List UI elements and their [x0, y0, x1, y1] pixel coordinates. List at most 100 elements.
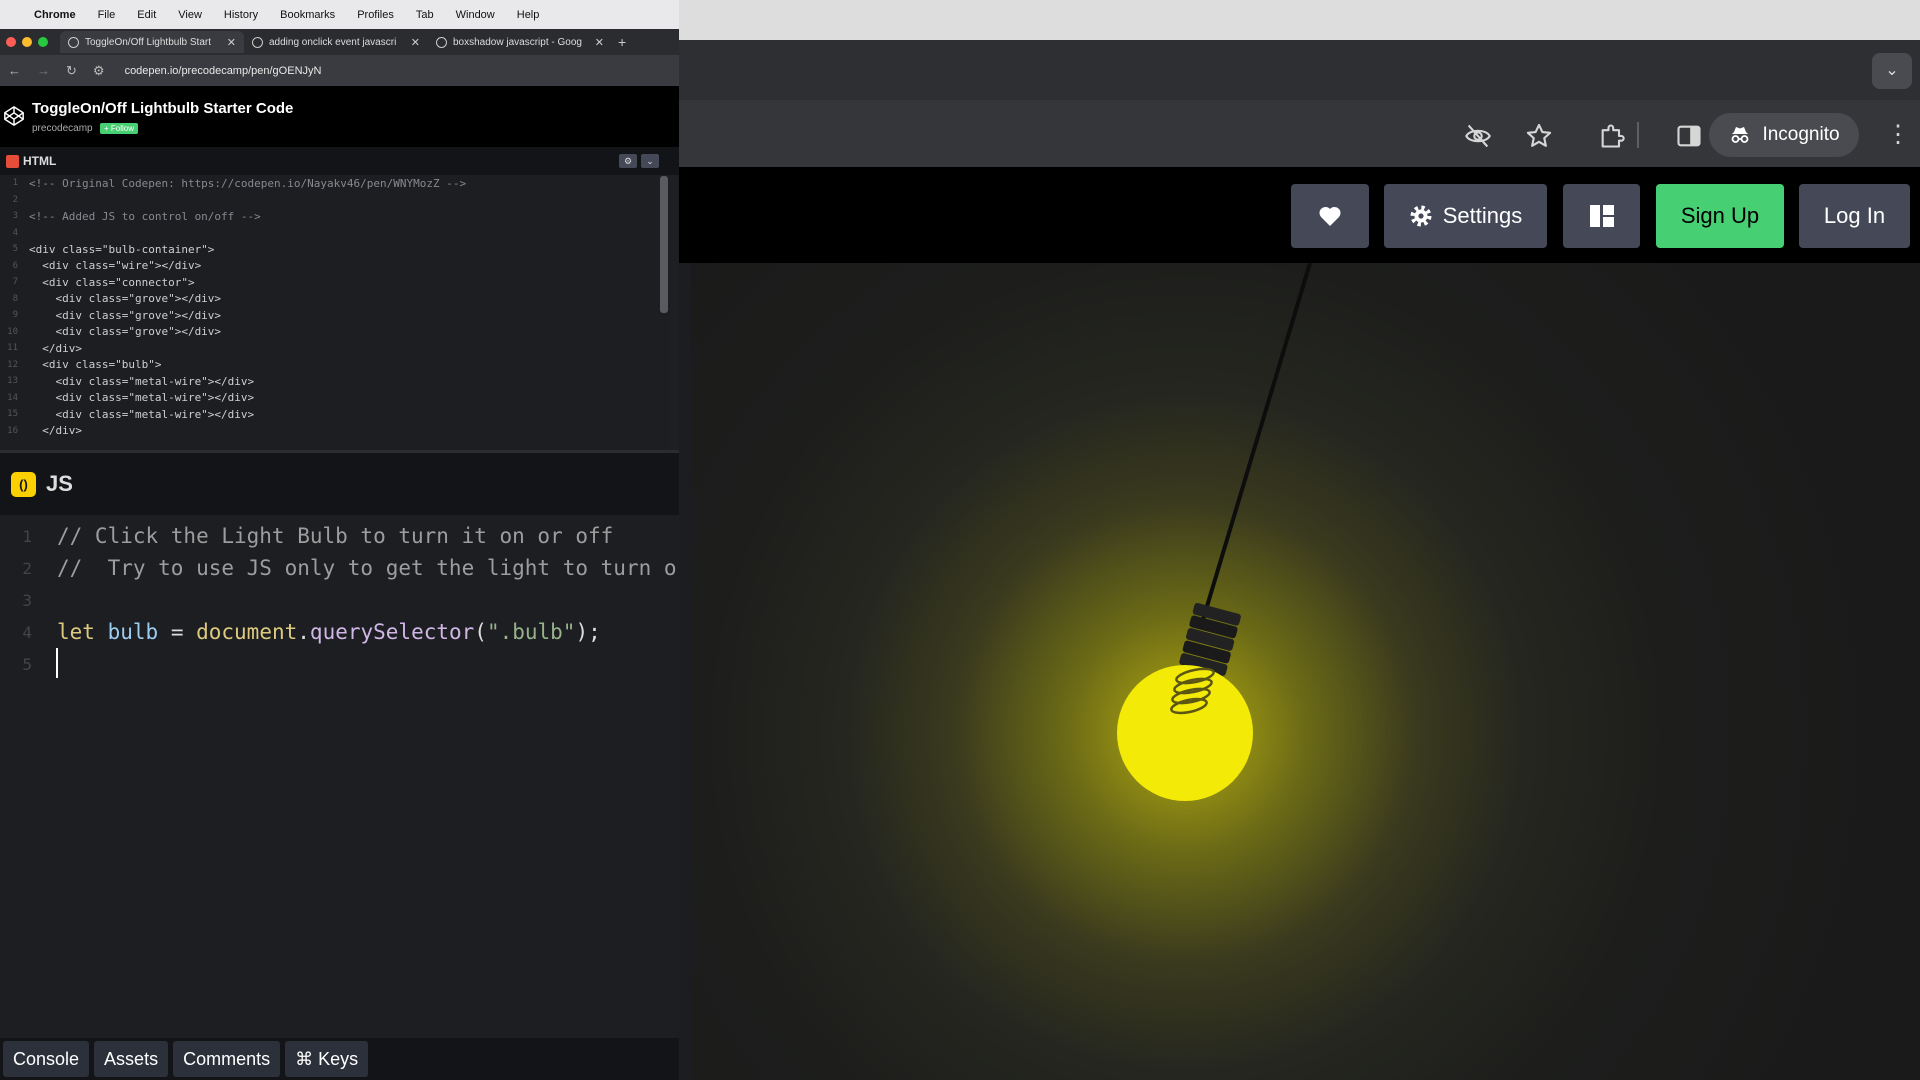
- url-input[interactable]: codepen.io/precodecamp/pen/gOENJyN: [125, 65, 322, 77]
- menu-bookmarks[interactable]: Bookmarks: [280, 9, 335, 21]
- assets-button[interactable]: Assets: [94, 1041, 169, 1077]
- js-code-editor[interactable]: 1// Click the Light Bulb to turn it on o…: [0, 520, 679, 680]
- console-button[interactable]: Console: [3, 1041, 90, 1077]
- menu-profiles[interactable]: Profiles: [357, 9, 394, 21]
- code-line: 15 <div class="metal-wire"></div>: [0, 406, 670, 423]
- code-line: 16 </div>: [0, 423, 670, 440]
- settings-button[interactable]: Settings: [1384, 184, 1547, 248]
- editor-collapse-icon[interactable]: ⌄: [641, 154, 659, 168]
- code-text: <div class="grove"></div>: [29, 308, 222, 322]
- reload-icon[interactable]: ↻: [66, 63, 77, 79]
- menubar-app-name[interactable]: Chrome: [34, 9, 76, 21]
- follow-button[interactable]: + Follow: [100, 123, 139, 134]
- code-variable: bulb: [107, 620, 159, 644]
- star-icon[interactable]: [1525, 122, 1553, 150]
- code-text: <div class="wire"></div>: [29, 259, 202, 273]
- tab-codepen[interactable]: ToggleOn/Off Lightbulb Start ✕: [60, 31, 244, 53]
- line-number: 9: [12, 310, 18, 321]
- code-text: <div class="metal-wire"></div>: [29, 407, 255, 421]
- tab-strip: [679, 40, 1920, 100]
- bulb-wire: [1200, 263, 1312, 624]
- tab-title: ToggleOn/Off Lightbulb Start: [85, 36, 212, 48]
- js-badge-icon: (): [11, 471, 36, 497]
- pen-title[interactable]: ToggleOn/Off Lightbulb Starter Code: [32, 100, 293, 117]
- back-icon[interactable]: ←: [8, 63, 21, 78]
- line-number: 1: [12, 178, 18, 189]
- line-number: 3: [12, 211, 18, 222]
- menu-file[interactable]: File: [98, 9, 116, 21]
- code-operator: (: [474, 620, 487, 644]
- code-operator: =: [158, 620, 197, 644]
- codepen-footer: Console Assets Comments ⌘ Keys: [0, 1038, 679, 1080]
- html-editor-scrollbar[interactable]: [660, 176, 668, 313]
- html-code-editor[interactable]: 1 <!-- Original Codepen: https://codepen.…: [0, 175, 670, 450]
- tab-google-onclick[interactable]: adding onclick event javascri ✕: [244, 31, 428, 53]
- eye-off-icon[interactable]: [1464, 122, 1492, 150]
- tab-search-dropdown-icon[interactable]: ⌄: [1872, 53, 1912, 89]
- new-tab-icon[interactable]: +: [618, 34, 626, 50]
- line-number: 10: [7, 326, 18, 337]
- incognito-profile-button[interactable]: Incognito: [1709, 113, 1859, 157]
- editor-settings-icon[interactable]: ⚙: [619, 154, 637, 168]
- code-comment: // Click the Light Bulb to turn it on or…: [57, 524, 614, 548]
- code-string: ".bulb": [486, 620, 576, 644]
- menu-history[interactable]: History: [224, 9, 258, 21]
- pen-author[interactable]: precodecamp: [32, 123, 93, 134]
- sign-up-button[interactable]: Sign Up: [1656, 184, 1784, 248]
- code-line: 8 <div class="grove"></div>: [0, 291, 670, 308]
- code-text: <div class="metal-wire"></div>: [29, 374, 255, 388]
- puzzle-icon[interactable]: [1598, 122, 1626, 150]
- keys-button[interactable]: ⌘ Keys: [285, 1041, 369, 1077]
- text-cursor: [56, 648, 58, 678]
- code-text: <div class="grove"></div>: [29, 292, 222, 306]
- code-line: 5: [22, 654, 32, 674]
- codepen-logo-icon[interactable]: [3, 105, 25, 127]
- line-number: 15: [7, 409, 18, 420]
- code-line: 3: [22, 590, 32, 610]
- layout-button[interactable]: [1563, 184, 1640, 248]
- code-line: 10 <div class="grove"></div>: [0, 324, 670, 341]
- code-text: </div>: [29, 341, 82, 355]
- close-window-button[interactable]: [6, 37, 16, 47]
- code-operator: .: [297, 620, 310, 644]
- code-line: 12 <div class="bulb">: [0, 357, 670, 374]
- code-line: 14 <div class="metal-wire"></div>: [0, 390, 670, 407]
- preview-resize-edge[interactable]: [679, 263, 691, 1080]
- site-settings-icon[interactable]: ⚙: [93, 63, 105, 79]
- close-tab-icon[interactable]: ✕: [595, 36, 604, 49]
- close-tab-icon[interactable]: ✕: [411, 36, 420, 49]
- menu-tab[interactable]: Tab: [416, 9, 434, 21]
- forward-icon[interactable]: →: [37, 63, 50, 78]
- js-editor-header: () JS: [0, 450, 679, 515]
- codepen-header: ToggleOn/Off Lightbulb Starter Code prec…: [0, 86, 679, 147]
- heart-button[interactable]: [1291, 184, 1369, 248]
- code-line: 1// Click the Light Bulb to turn it on o…: [22, 524, 614, 548]
- lightbulb-illustration[interactable]: [679, 263, 1920, 1080]
- lightbulb[interactable]: [1117, 665, 1253, 801]
- close-tab-icon[interactable]: ✕: [227, 36, 236, 49]
- code-operator: );: [575, 620, 601, 644]
- toolbar-separator: [1637, 122, 1639, 148]
- code-text: <div class="bulb-container">: [29, 242, 215, 256]
- incognito-icon: [1732, 127, 1749, 143]
- js-editor-label: JS: [46, 471, 73, 496]
- browser-menu-icon[interactable]: ⋮: [1886, 120, 1910, 149]
- line-number: 8: [12, 293, 18, 304]
- side-panel-icon[interactable]: [1675, 122, 1703, 150]
- right-browser-window: ⌄ Incognito ⋮ Settings Sign Up Log In: [679, 0, 1920, 1080]
- comments-button[interactable]: Comments: [173, 1041, 281, 1077]
- minimize-window-button[interactable]: [22, 37, 32, 47]
- code-line: 3 <!-- Added JS to control on/off -->: [0, 208, 670, 225]
- gear-icon: [1410, 205, 1432, 227]
- tab-google-boxshadow[interactable]: boxshadow javascript - Goog ✕: [428, 31, 612, 53]
- menu-view[interactable]: View: [178, 9, 202, 21]
- log-in-button[interactable]: Log In: [1799, 184, 1910, 248]
- line-number: 5: [12, 244, 18, 255]
- maximize-window-button[interactable]: [38, 37, 48, 47]
- google-favicon-icon: [436, 36, 447, 48]
- menu-window[interactable]: Window: [456, 9, 495, 21]
- menu-help[interactable]: Help: [517, 9, 540, 21]
- line-number: 13: [7, 376, 18, 387]
- html-editor-label: HTML: [23, 154, 57, 168]
- menu-edit[interactable]: Edit: [137, 9, 156, 21]
